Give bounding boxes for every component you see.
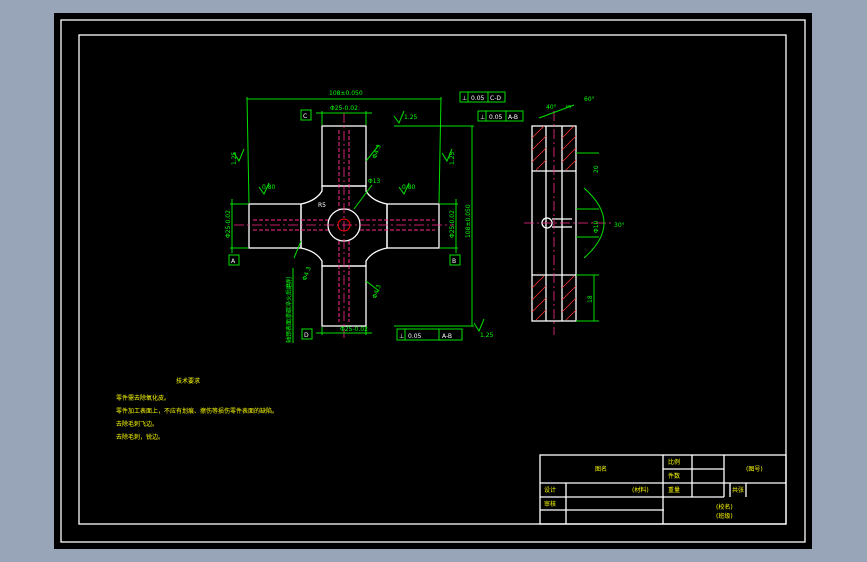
title-block: 图名 比例 件数 (图号) 设计 (材料) 重量 共张 审核 (校名) (班级) <box>539 454 787 525</box>
datum-c: C <box>303 113 307 120</box>
roughness-4: 0.80 <box>262 184 276 191</box>
svg-text:0.05: 0.05 <box>489 114 503 121</box>
tech-title: 技术要求 <box>176 377 200 385</box>
svg-text:重量: 重量 <box>668 486 680 494</box>
cad-drawing: 108±0.050 Φ25-0.02 108±0.050 Φ25-0.02 Φ2… <box>60 19 806 543</box>
dim-arm-dia-left: Φ25-0.02 <box>225 210 232 238</box>
svg-text:审核: 审核 <box>544 500 556 508</box>
dept: (班级) <box>716 512 733 520</box>
tech-line-2: 零件加工表面上，不应有划痕、擦伤等损伤零件表面的缺陷。 <box>116 407 278 415</box>
datum-a: A <box>231 258 236 265</box>
side-dim-5: 18 <box>587 295 594 303</box>
dim-arm-dia-top: Φ25-0.02 <box>330 105 358 112</box>
tech-line-3: 去除毛刺飞边。 <box>116 420 158 428</box>
svg-text:A-B: A-B <box>442 333 452 340</box>
tech-line-1: 零件需去除氧化皮。 <box>116 394 170 402</box>
dim-overall-right: 108±0.050 <box>465 204 472 238</box>
roughness-5: 0.80 <box>402 184 416 191</box>
dim-arm-dia-right: Φ25-0.02 <box>449 210 456 238</box>
tech-line-4: 去除毛刺，锐边。 <box>116 433 164 441</box>
svg-text:⊥: ⊥ <box>399 333 404 340</box>
center-dim-1: Φ13 <box>368 178 381 185</box>
datum-b: B <box>452 258 456 265</box>
title-name: 图名 <box>595 465 607 473</box>
hole-dim-3: Φ4.3 <box>301 266 313 282</box>
left-arm <box>248 203 302 249</box>
tech-requirements: 技术要求 零件需去除氧化皮。 零件加工表面上，不应有划痕、擦伤等损伤零件表面的缺… <box>116 377 278 441</box>
tolerance-frame-3 <box>396 328 463 341</box>
svg-text:A-B: A-B <box>508 114 518 121</box>
roughness-2: 1.25 <box>449 151 456 165</box>
svg-text:0.05: 0.05 <box>471 95 485 102</box>
side-dim-7: 30° <box>614 222 625 229</box>
side-dim-6: Φ10 <box>593 220 600 233</box>
side-view: 40° 5 60° 20 Φ10 30° 18 <box>524 96 625 335</box>
front-view <box>234 113 454 338</box>
side-dim-4: 20 <box>593 165 600 173</box>
side-dim-1: 40° <box>546 104 557 111</box>
drawing-sheet: 108±0.050 Φ25-0.02 108±0.050 Φ25-0.02 Φ2… <box>54 13 812 549</box>
svg-text:件数: 件数 <box>668 472 680 480</box>
center-dim-2: R5 <box>318 202 326 209</box>
side-dim-3: 60° <box>584 96 595 103</box>
side-dim-2: 5 <box>565 104 573 110</box>
drawing-no: (图号) <box>746 466 763 473</box>
svg-text:0.05: 0.05 <box>408 333 422 340</box>
svg-text:⊥: ⊥ <box>462 95 467 102</box>
inner-border <box>78 34 787 525</box>
front-dimensions: 108±0.050 Φ25-0.02 108±0.050 Φ25-0.02 Φ2… <box>225 90 524 343</box>
svg-text:C-D: C-D <box>490 95 501 102</box>
vertical-note: 轴颈表面渗碳淬火后磨削 <box>285 277 293 343</box>
svg-text:比例: 比例 <box>668 458 680 466</box>
roughness-3: 1.25 <box>404 114 418 121</box>
datum-d: D <box>304 332 309 339</box>
school: (校名) <box>716 503 733 511</box>
dim-overall-top: 108±0.050 <box>329 90 363 97</box>
outer-border <box>60 19 806 543</box>
material: (材料) <box>632 486 649 494</box>
right-arm <box>386 203 440 249</box>
svg-text:⊥: ⊥ <box>480 114 485 121</box>
roughness-6: 1.25 <box>480 332 494 339</box>
svg-text:设计: 设计 <box>544 486 556 494</box>
roughness-1: 1.25 <box>231 151 238 165</box>
hole-dim-1: Φ4.3 <box>371 144 383 160</box>
svg-text:共张: 共张 <box>732 486 744 494</box>
dim-arm-dia-bottom: Φ25-0.02 <box>340 326 368 333</box>
